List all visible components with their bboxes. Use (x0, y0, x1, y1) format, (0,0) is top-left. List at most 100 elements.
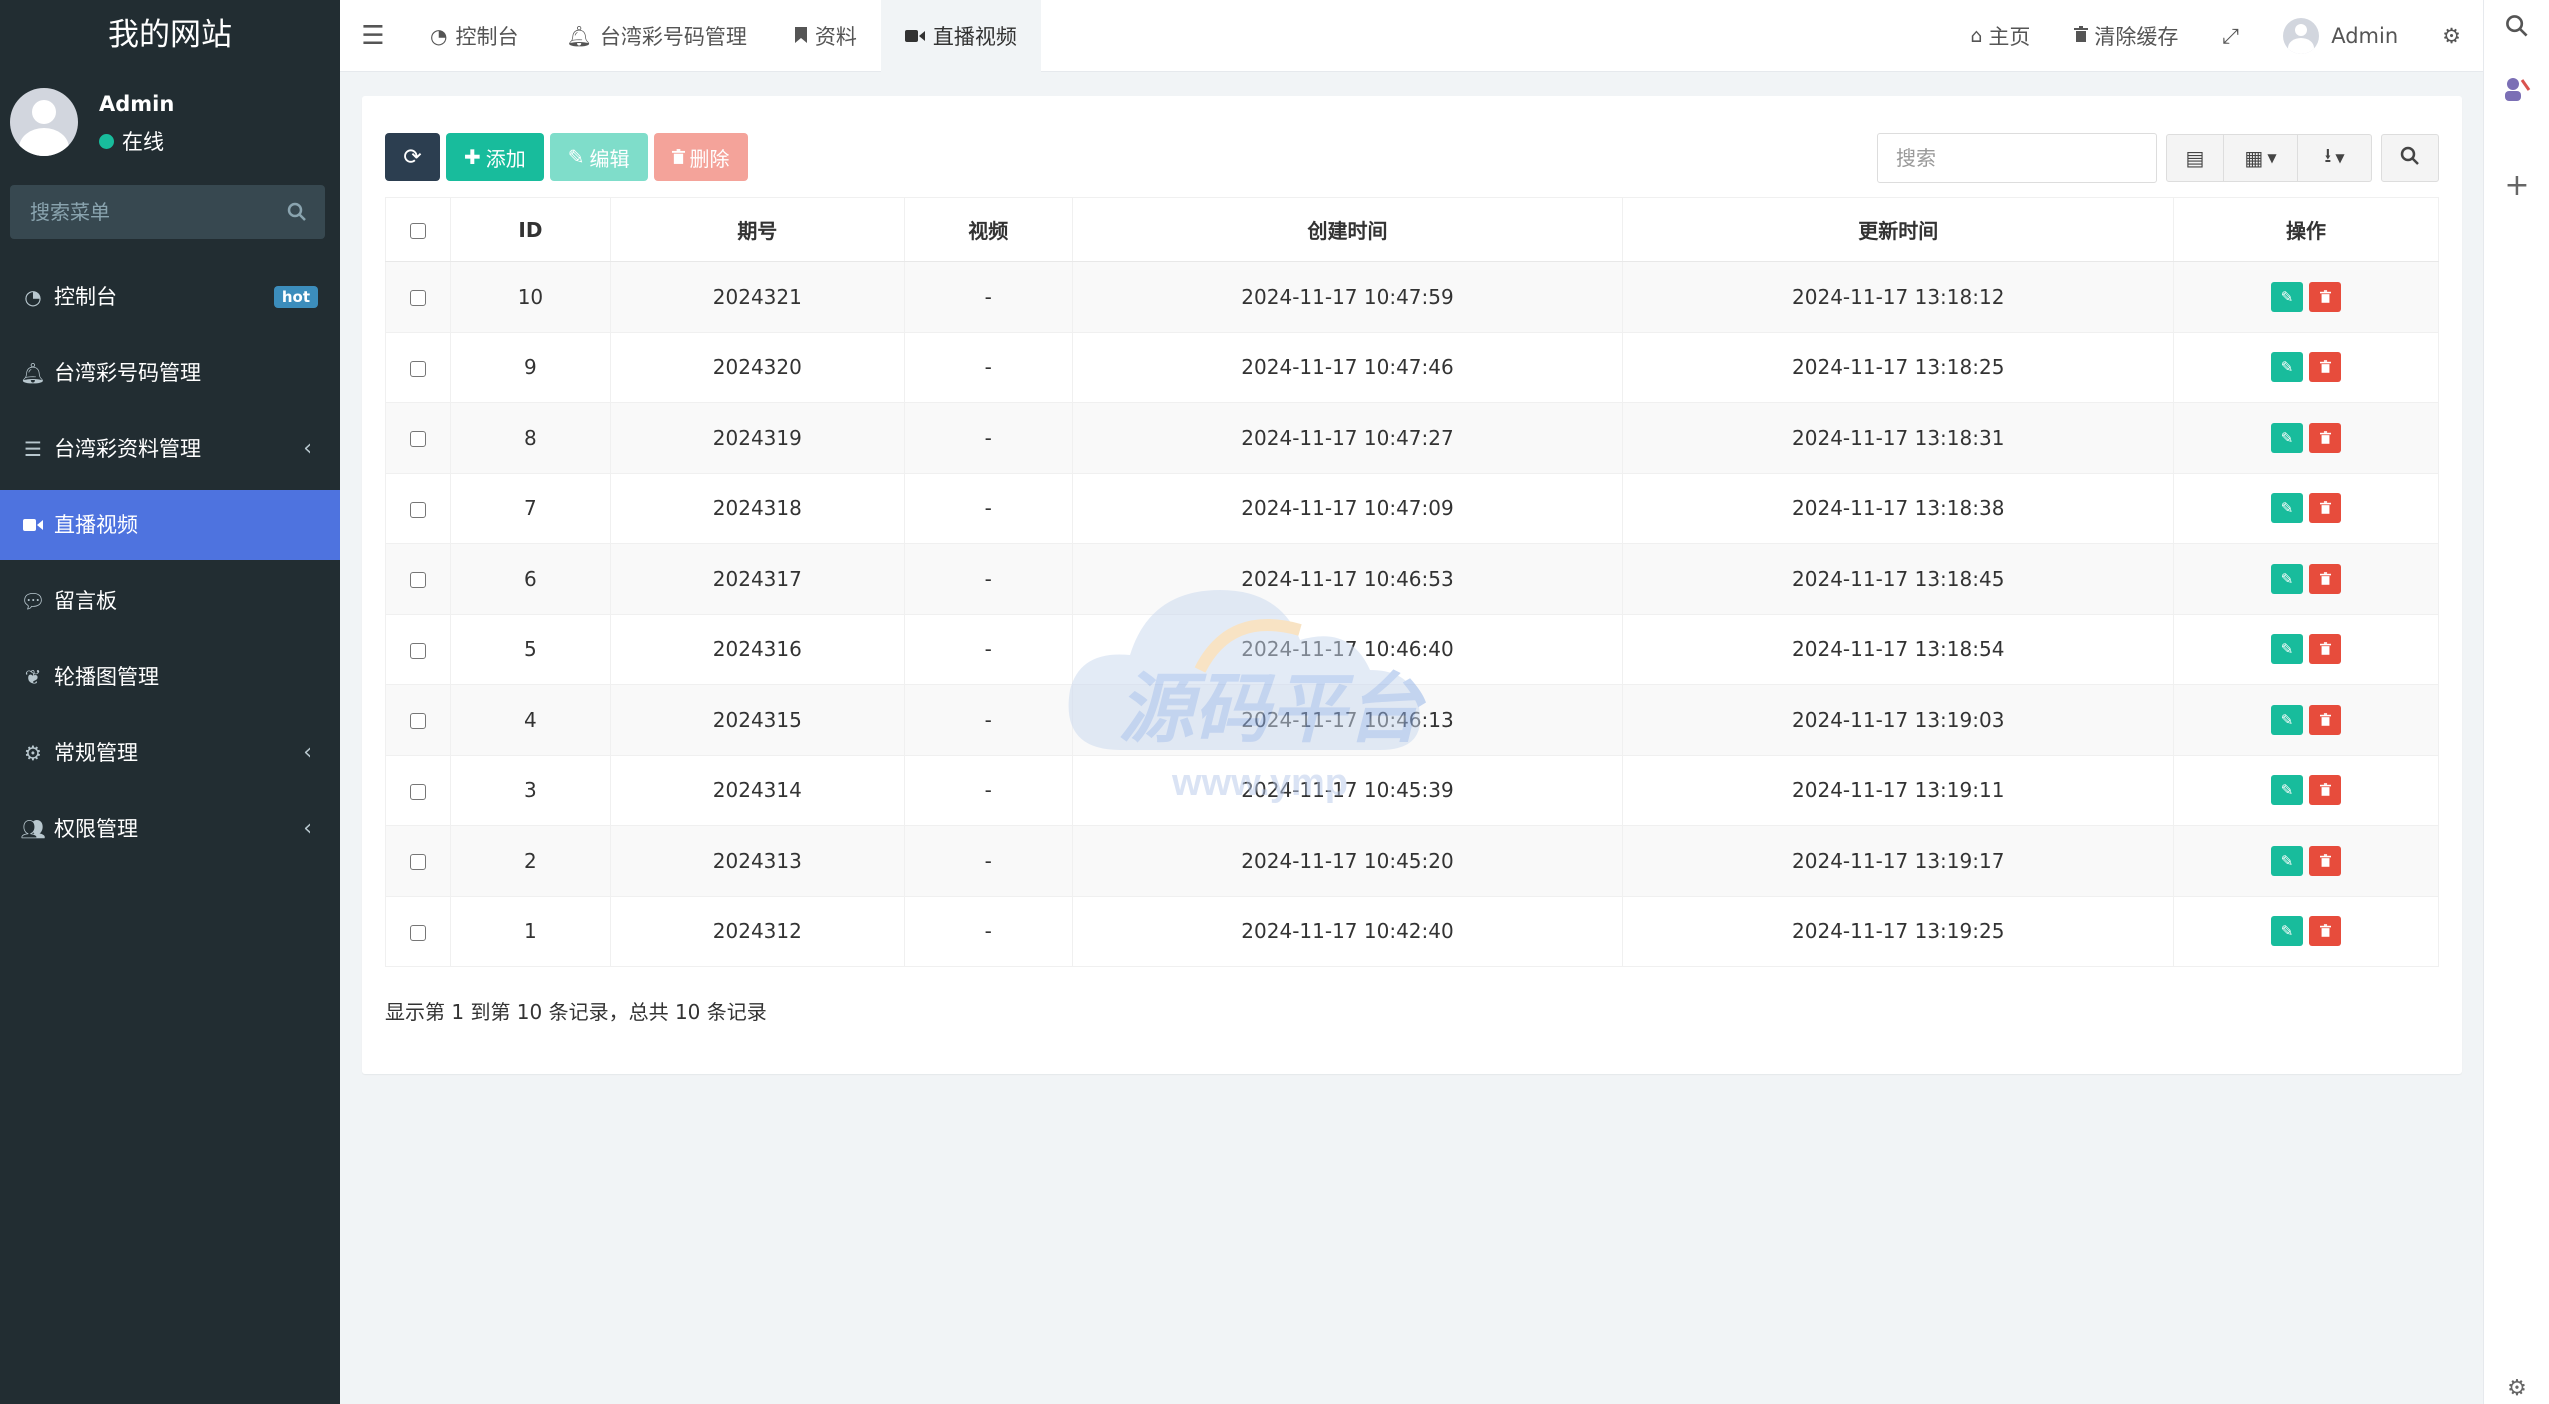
table-row[interactable]: 10 2024321-2024-11-17 10:47:59 2024-11-17 … (385, 261, 2439, 333)
cell-updated: 2024-11-17 13:18:38 (1622, 473, 2175, 544)
bell-icon: 🔔︎ (20, 361, 46, 385)
user-menu[interactable]: Admin (2261, 0, 2420, 72)
row-edit-button[interactable]: ✎ (2271, 775, 2304, 806)
row-edit-button[interactable]: ✎ (2271, 916, 2304, 947)
cell-video: - (903, 402, 1073, 474)
sidebar-item-number-manage[interactable]: 🔔︎ 台湾彩号码管理 (0, 338, 340, 408)
sidebar-item-carousel[interactable]: ❦ 轮播图管理 (0, 642, 340, 712)
row-checkbox[interactable] (385, 402, 451, 474)
column-header-actions: 操作 (2173, 197, 2439, 262)
fullscreen-icon[interactable]: ⤢ (2200, 0, 2261, 72)
clear-cache-label: 清除缓存 (2094, 25, 2179, 49)
table-row[interactable]: 2 2024313-2024-11-17 10:45:20 2024-11-17 1… (385, 825, 2439, 897)
menu-search-input[interactable]: 搜索菜单 (10, 185, 325, 239)
select-all-checkbox[interactable] (385, 197, 451, 262)
cell-id: 3 (449, 755, 611, 826)
column-header-video[interactable]: 视频 (903, 197, 1073, 262)
table-row[interactable]: 4 2024315-2024-11-17 10:46:13 2024-11-17 1… (385, 684, 2439, 756)
cell-updated: 2024-11-17 13:18:45 (1622, 543, 2175, 615)
cell-issue: 2024317 (609, 543, 905, 615)
tab-dashboard[interactable]: ◔ 控制台 (406, 0, 542, 72)
tab-data[interactable]: 资料 (771, 0, 881, 72)
sidebar-item-dashboard[interactable]: ◔ 控制台 hot (0, 262, 340, 332)
row-delete-button[interactable] (2309, 845, 2342, 876)
sidebar-item-general[interactable]: ⚙ 常规管理 ‹ (0, 718, 340, 788)
column-header-issue[interactable]: 期号 (609, 197, 905, 262)
trash-icon (2319, 289, 2331, 303)
column-header-id[interactable]: ID (449, 197, 611, 262)
row-edit-button[interactable]: ✎ (2271, 634, 2304, 665)
table-row[interactable]: 5 2024316-2024-11-17 10:46:40 2024-11-17 1… (385, 614, 2439, 685)
row-edit-button[interactable]: ✎ (2271, 352, 2304, 383)
tab-label: 台湾彩号码管理 (599, 24, 747, 49)
table-search-input[interactable]: 搜索 (1877, 133, 2157, 183)
tab-number-manage[interactable]: 🔔︎ 台湾彩号码管理 (542, 0, 770, 72)
row-edit-button[interactable]: ✎ (2271, 281, 2304, 312)
clear-cache-button[interactable]: 清除缓存 (2052, 0, 2200, 72)
row-delete-button[interactable] (2309, 563, 2342, 594)
table-row[interactable]: 8 2024319-2024-11-17 10:47:27 2024-11-17 1… (385, 402, 2439, 474)
add-button[interactable]: ✚ 添加 (446, 133, 544, 181)
row-edit-button[interactable]: ✎ (2271, 563, 2304, 594)
cell-updated: 2024-11-17 13:19:03 (1622, 684, 2175, 756)
row-edit-button[interactable]: ✎ (2271, 422, 2304, 453)
row-delete-button[interactable] (2309, 422, 2342, 453)
column-header-updated[interactable]: 更新时间 (1622, 197, 2175, 262)
edit-button[interactable]: ✎ 编辑 (549, 133, 648, 181)
gear-icon[interactable]: ⚙ (2484, 1376, 2549, 1401)
delete-button[interactable]: 删除 (653, 133, 748, 181)
sidebar-item-label: 控制台 (54, 285, 117, 309)
row-delete-button[interactable] (2309, 281, 2342, 312)
site-logo[interactable]: 我的网站 (0, 0, 340, 70)
table-tools: 搜索 ▤ ▦ ▼ ⭳ ▼ (1877, 133, 2439, 183)
table-row[interactable]: 6 2024317-2024-11-17 10:46:53 2024-11-17 1… (385, 543, 2439, 615)
row-checkbox[interactable] (385, 332, 451, 403)
table-row[interactable]: 1 2024312-2024-11-17 10:42:40 2024-11-17 1… (385, 896, 2439, 967)
table-row[interactable]: 3 2024314-2024-11-17 10:45:39 2024-11-17 1… (385, 755, 2439, 826)
row-edit-button[interactable]: ✎ (2271, 845, 2304, 876)
row-delete-button[interactable] (2309, 916, 2342, 947)
row-delete-button[interactable] (2309, 634, 2342, 665)
row-edit-button[interactable]: ✎ (2271, 493, 2304, 524)
table-row[interactable]: 7 2024318-2024-11-17 10:47:09 2024-11-17 1… (385, 473, 2439, 544)
home-link[interactable]: ⌂ 主页 (1948, 0, 2052, 72)
sidebar-item-message-board[interactable]: 💬︎ 留言板 (0, 566, 340, 636)
tab-live-video[interactable]: 直播视频 (880, 0, 1041, 72)
row-checkbox[interactable] (385, 684, 451, 756)
sidebar-item-permissions[interactable]: 👥︎ 权限管理 ‹ (0, 794, 340, 864)
search-icon[interactable] (2484, 14, 2549, 45)
columns-button[interactable]: ▦ ▼ (2224, 134, 2298, 182)
search-icon[interactable] (287, 185, 307, 239)
row-checkbox[interactable] (385, 755, 451, 826)
row-checkbox[interactable] (385, 543, 451, 615)
search-button[interactable] (2381, 134, 2439, 182)
row-edit-button[interactable]: ✎ (2271, 704, 2304, 735)
caret-down-icon: ▼ (2335, 151, 2345, 165)
column-header-created[interactable]: 创建时间 (1071, 197, 1624, 262)
menu-toggle-icon[interactable]: ☰ (340, 0, 406, 72)
cogs-icon[interactable]: ⚙ (2420, 0, 2483, 72)
user-plugin-icon[interactable] (2484, 76, 2549, 109)
cell-video: - (903, 684, 1073, 756)
row-delete-button[interactable] (2309, 704, 2342, 735)
cell-id: 6 (449, 543, 611, 615)
cogs-icon: ⚙ (24, 741, 42, 765)
plus-icon[interactable]: + (2484, 168, 2549, 203)
sidebar-item-data-manage[interactable]: ☰ 台湾彩资料管理 ‹ (0, 414, 340, 484)
pencil-icon: ✎ (2280, 499, 2294, 518)
dashboard-icon: ◔ (430, 23, 448, 48)
row-checkbox[interactable] (385, 825, 451, 897)
row-delete-button[interactable] (2309, 352, 2342, 383)
row-delete-button[interactable] (2309, 775, 2342, 806)
table-row[interactable]: 9 2024320-2024-11-17 10:47:46 2024-11-17 1… (385, 332, 2439, 403)
row-checkbox[interactable] (385, 896, 451, 967)
sidebar-item-live-video[interactable]: 直播视频 (0, 490, 340, 560)
refresh-button[interactable]: ⟳ (385, 133, 440, 181)
sidebar-item-label: 常规管理 (54, 741, 138, 765)
export-button[interactable]: ⭳ ▼ (2298, 134, 2372, 182)
row-delete-button[interactable] (2309, 493, 2342, 524)
row-checkbox[interactable] (385, 614, 451, 685)
row-checkbox[interactable] (385, 261, 451, 333)
toggle-view-button[interactable]: ▤ (2166, 134, 2224, 182)
row-checkbox[interactable] (385, 473, 451, 544)
